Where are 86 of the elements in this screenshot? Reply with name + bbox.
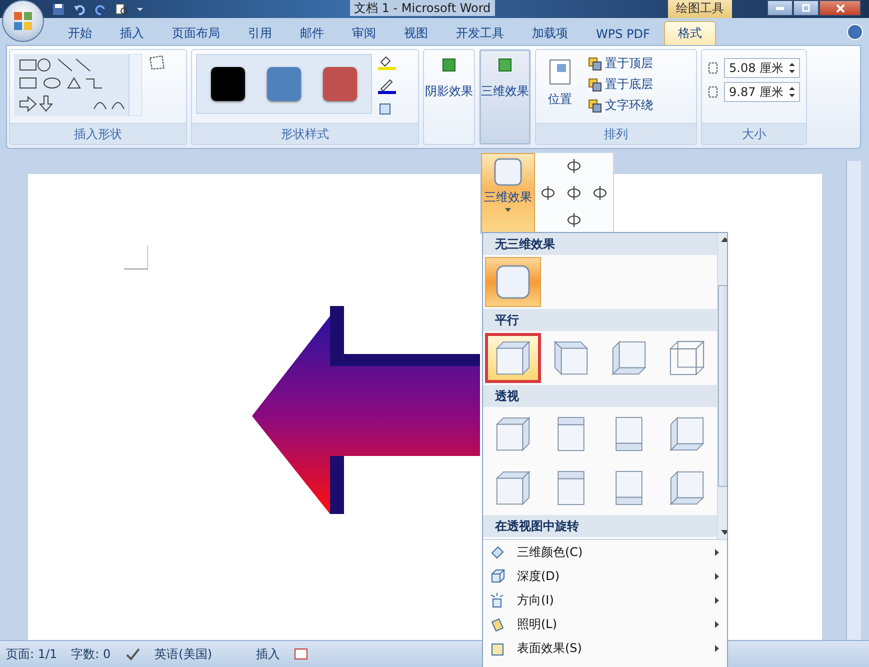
- proofing-icon: [124, 647, 141, 661]
- fill-bucket-icon: [378, 54, 396, 70]
- height-icon: [706, 61, 720, 75]
- print-preview-icon: [115, 2, 128, 16]
- ribbon-tab[interactable]: 页面布局: [158, 21, 234, 45]
- arrange-button[interactable]: 文字环绕: [586, 96, 655, 115]
- macro-icon: [294, 648, 308, 660]
- menu-item[interactable]: 方向(I): [483, 588, 727, 612]
- layers-icon: [588, 98, 602, 112]
- group-label: 排列: [536, 123, 696, 144]
- scroll-down-icon: [721, 530, 727, 535]
- page-count: 页面: 1/1: [6, 646, 58, 662]
- scroll-up-icon: [721, 237, 727, 242]
- submenu-arrow-icon: [715, 620, 719, 628]
- style-swatch[interactable]: [267, 67, 301, 101]
- language-label[interactable]: 英语(美国): [154, 646, 212, 662]
- ribbon-tab[interactable]: 格式: [664, 21, 716, 45]
- section-heading: 平行: [483, 309, 717, 331]
- spinner-icon: [789, 62, 795, 74]
- maximize-button[interactable]: [793, 0, 819, 16]
- close-icon: [836, 4, 844, 12]
- size-field[interactable]: 9.87 厘米: [724, 82, 800, 102]
- ribbon-tab[interactable]: 邮件: [286, 21, 338, 45]
- insert-mode-label[interactable]: 插入: [256, 646, 280, 662]
- maximize-icon: [802, 4, 810, 12]
- word-count: 字数: 0: [71, 646, 111, 662]
- close-button[interactable]: [819, 0, 861, 16]
- layers-icon: [588, 56, 602, 70]
- spinner-icon: [789, 86, 795, 98]
- menu-item[interactable]: 表面效果(S): [483, 636, 727, 660]
- ribbon-tab[interactable]: 引用: [234, 21, 286, 45]
- submenu-arrow-icon: [715, 572, 719, 580]
- ribbon-tab[interactable]: 加载项: [518, 21, 582, 45]
- submenu-arrow-icon: [715, 548, 719, 556]
- width-icon: [706, 85, 720, 99]
- office-button[interactable]: [2, 0, 44, 42]
- caret-icon: [505, 208, 511, 212]
- arrange-button[interactable]: 置于顶层: [586, 54, 655, 73]
- ribbon-tab[interactable]: 审阅: [338, 21, 390, 45]
- window-title: 文档 1 - Microsoft Word: [350, 0, 495, 16]
- group-label: 插入形状: [10, 123, 186, 144]
- section-heading: 透视: [483, 385, 717, 407]
- menu-item[interactable]: 照明(L): [483, 612, 727, 636]
- ribbon-tab[interactable]: 视图: [390, 21, 442, 45]
- vertical-scrollbar[interactable]: [846, 161, 861, 640]
- redo-icon: [94, 2, 107, 16]
- menu-item-icon: [489, 544, 505, 560]
- save-icon: [52, 2, 65, 16]
- menu-item-icon: [489, 616, 505, 632]
- submenu-arrow-icon: [715, 644, 719, 652]
- ribbon-tab[interactable]: 开发工具: [442, 21, 518, 45]
- minimize-icon: [776, 6, 784, 10]
- help-icon[interactable]: [847, 24, 863, 40]
- page-layout-icon: [549, 59, 571, 85]
- pen-icon: [378, 78, 396, 94]
- dropdown-caret-icon: [136, 5, 144, 13]
- ribbon-tab[interactable]: 开始: [54, 21, 106, 45]
- group-label: 形状样式: [192, 123, 418, 144]
- submenu-arrow-icon: [715, 596, 719, 604]
- section-heading: 无三维效果: [483, 233, 717, 255]
- style-swatch[interactable]: [323, 67, 357, 101]
- menu-item-icon: [489, 592, 505, 608]
- style-swatch[interactable]: [211, 67, 245, 101]
- effect-option[interactable]: [485, 333, 541, 383]
- menu-item-icon: [489, 568, 505, 584]
- text-boundary-mark: [124, 246, 148, 270]
- edit-shape-icon: [148, 54, 166, 72]
- arrange-button[interactable]: 置于底层: [586, 75, 655, 94]
- group-label: 大小: [702, 123, 806, 144]
- effect-button[interactable]: 三维效果: [480, 50, 530, 144]
- undo-icon: [73, 2, 86, 16]
- ribbon-tab[interactable]: WPS PDF: [582, 21, 664, 45]
- layers-icon: [588, 78, 602, 92]
- context-tab-title: 绘图工具: [668, 0, 732, 18]
- menu-item[interactable]: 三维颜色(C): [483, 540, 727, 564]
- ribbon-tab[interactable]: 插入: [106, 21, 158, 45]
- position-button[interactable]: 位置: [540, 54, 580, 113]
- 3d-effects-button[interactable]: 三维效果: [481, 153, 535, 233]
- minimize-button[interactable]: [767, 0, 793, 16]
- office-logo-icon: [12, 10, 34, 32]
- section-heading: 在透视图中旋转: [483, 515, 717, 537]
- rounded-square-icon: [495, 264, 531, 300]
- menu-item[interactable]: 深度(D): [483, 564, 727, 588]
- effect-option[interactable]: [485, 257, 541, 307]
- effect-button[interactable]: 阴影效果: [424, 50, 474, 144]
- size-field[interactable]: 5.08 厘米: [724, 58, 800, 78]
